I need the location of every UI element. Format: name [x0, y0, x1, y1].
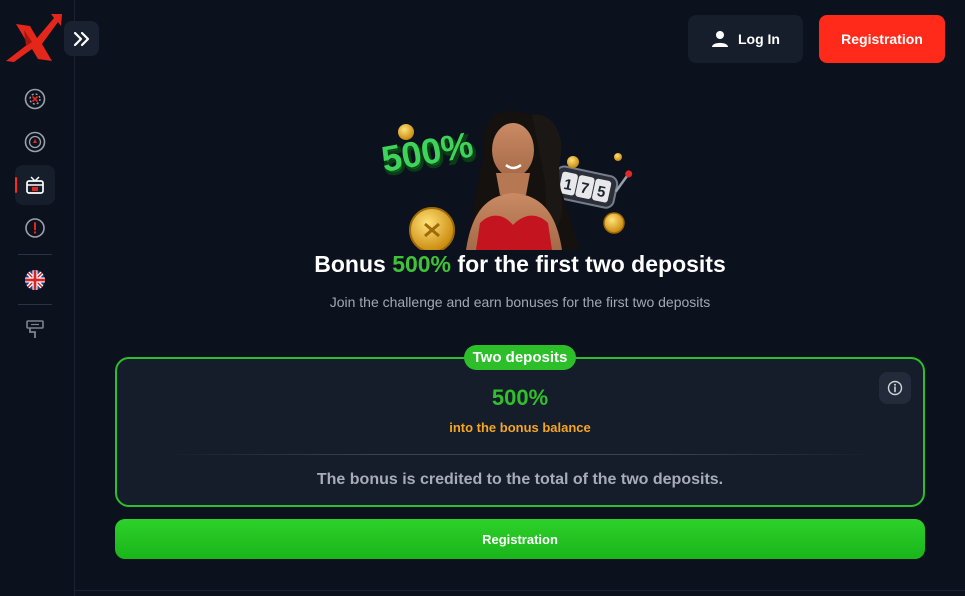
- bonus-card: 500% into the bonus balance The bonus is…: [115, 357, 925, 507]
- bonus-note: The bonus is credited to the total of th…: [316, 471, 724, 488]
- login-label: Log In: [738, 31, 780, 47]
- sidebar-item-alerts[interactable]: [15, 208, 55, 248]
- alert-icon: [25, 218, 45, 238]
- deposits-badge: Two deposits: [464, 345, 576, 370]
- sidebar-item-customize[interactable]: [15, 309, 55, 349]
- promo-hero-image: 500% 500% 175: [378, 105, 640, 253]
- sidebar-item-promotions[interactable]: [15, 165, 55, 205]
- sidebar-divider: [18, 254, 52, 255]
- title-accent: 500%: [392, 251, 452, 277]
- sidebar-item-language[interactable]: [15, 260, 55, 300]
- card-divider: [162, 454, 878, 455]
- expand-sidebar-button[interactable]: [64, 21, 99, 56]
- login-button[interactable]: Log In: [688, 15, 803, 63]
- hero-promo-number-face: 500%: [380, 124, 476, 180]
- sports-ball-icon: [24, 131, 46, 153]
- sidebar-item-sports[interactable]: [15, 122, 55, 162]
- bottom-divider: [75, 590, 965, 591]
- customize-icon: [26, 320, 44, 338]
- title-prefix: Bonus: [314, 251, 386, 277]
- brand-logo[interactable]: [4, 14, 62, 64]
- bonus-value: 500%: [491, 385, 549, 410]
- header-registration-button[interactable]: Registration: [819, 15, 945, 63]
- casino-chip-icon: [24, 88, 46, 110]
- double-chevron-right-icon: [73, 31, 89, 46]
- promo-hero-illustration: 500% 500% 175: [378, 111, 633, 253]
- bonus-caption: into the bonus balance: [449, 420, 591, 435]
- uk-flag-icon: [25, 270, 45, 290]
- promotions-gift-icon: [26, 176, 44, 194]
- title-suffix: for the first two deposits: [457, 251, 726, 277]
- promo-subtitle: Join the challenge and earn bonuses for …: [329, 294, 711, 310]
- sidebar-item-casino[interactable]: [15, 79, 55, 119]
- registration-cta-button[interactable]: Registration: [115, 519, 925, 559]
- promo-title: Bonus 500% for the first two deposits: [75, 251, 965, 278]
- sidebar: [0, 0, 99, 596]
- user-icon: [712, 31, 728, 47]
- brand-logo-icon: [6, 14, 62, 62]
- sidebar-divider: [18, 304, 52, 305]
